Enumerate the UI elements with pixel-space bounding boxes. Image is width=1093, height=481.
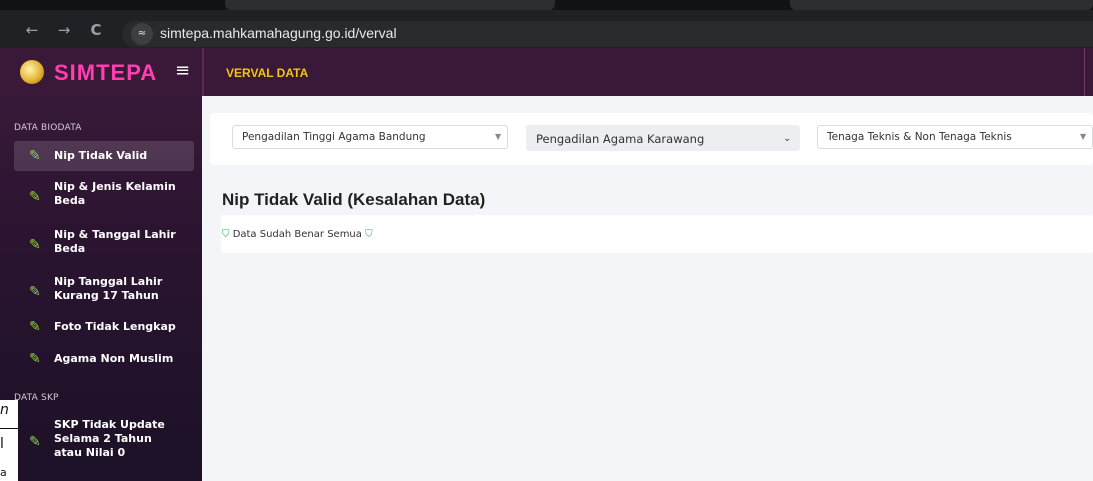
sidebar-item-nip-kurang-17[interactable]: ✎ Nip Tanggal Lahir Kurang 17 Tahun [14, 275, 194, 307]
top-header [202, 48, 1093, 96]
back-icon[interactable]: ← [22, 20, 42, 40]
forward-icon[interactable]: → [54, 20, 74, 40]
header-title: VERVAL DATA [226, 66, 309, 80]
browser-tab[interactable] [225, 0, 555, 10]
pengadilan-tinggi-select[interactable]: Pengadilan Tinggi Agama Bandung ▼ [232, 125, 508, 149]
sidebar-item-label: Nip Tidak Valid [54, 149, 148, 162]
site-info-icon[interactable]: ≈ [131, 23, 153, 45]
sidebar-item-nip-jenis-kelamin[interactable]: ✎ Nip & Jenis Kelamin Beda [14, 180, 194, 212]
pencil-icon: ✎ [29, 284, 41, 300]
sidebar-item-label: SKP Tidak Update Selama 2 Tahun atau Nil… [54, 418, 165, 459]
browser-tab[interactable] [790, 0, 1093, 10]
reload-icon[interactable]: C [86, 20, 106, 40]
sidebar [0, 48, 202, 481]
page-title: Nip Tidak Valid (Kesalahan Data) [222, 190, 486, 209]
sidebar-item-label: Nip Tanggal Lahir Kurang 17 Tahun [54, 275, 163, 302]
shield-check-icon: ⛉ [222, 229, 230, 240]
chevron-down-icon: ▼ [495, 132, 502, 141]
section-label-biodata: DATA BIODATA [14, 123, 82, 133]
sidebar-item-label: Nip & Tanggal Lahir Beda [54, 228, 176, 255]
brand-name: SIMTEPA [54, 60, 158, 85]
overlay-divider [0, 428, 18, 429]
pencil-icon: ✎ [29, 237, 41, 253]
pengadilan-tinggi-value: Pengadilan Tinggi Agama Bandung [242, 131, 426, 143]
sidebar-item-nip-tidak-valid[interactable]: ✎ Nip Tidak Valid [14, 141, 194, 171]
sidebar-item-label: Foto Tidak Lengkap [54, 320, 176, 333]
hamburger-icon[interactable]: ≡ [175, 60, 190, 81]
chevron-down-icon: ▼ [1080, 132, 1087, 141]
pencil-icon: ✎ [29, 189, 41, 205]
pencil-icon: ✎ [29, 434, 41, 450]
sidebar-item-skp-tidak-update[interactable]: ✎ SKP Tidak Update Selama 2 Tahun atau N… [14, 418, 194, 464]
sidebar-item-nip-tanggal-lahir[interactable]: ✎ Nip & Tanggal Lahir Beda [14, 228, 194, 260]
section-label-skp: DATA SKP [14, 393, 59, 403]
overlay-text: l [0, 436, 4, 452]
overlay-text: n [0, 402, 9, 418]
logo-icon [20, 60, 44, 84]
pencil-icon: ✎ [29, 319, 41, 335]
pencil-icon: ✎ [29, 351, 41, 367]
jenis-tenaga-value: Tenaga Teknis & Non Tenaga Teknis [827, 131, 1012, 143]
chevron-down-icon: ⌄ [783, 133, 792, 144]
overlay-text: a [0, 466, 7, 479]
sidebar-item-label: Agama Non Muslim [54, 352, 174, 365]
sidebar-item-agama-non-muslim[interactable]: ✎ Agama Non Muslim [14, 352, 194, 368]
status-text: Data Sudah Benar Semua [232, 229, 362, 240]
jenis-tenaga-select[interactable]: Tenaga Teknis & Non Tenaga Teknis ▼ [817, 125, 1093, 149]
pengadilan-agama-select[interactable]: Pengadilan Agama Karawang ⌄ [526, 125, 800, 151]
pencil-icon: ✎ [29, 148, 41, 164]
header-divider [1084, 48, 1085, 96]
pengadilan-agama-value: Pengadilan Agama Karawang [536, 132, 705, 146]
sidebar-item-foto-tidak-lengkap[interactable]: ✎ Foto Tidak Lengkap [14, 320, 194, 336]
sidebar-item-label: Nip & Jenis Kelamin Beda [54, 180, 176, 207]
url-text[interactable]: simtepa.mahkamahagung.go.id/verval [160, 25, 397, 41]
shield-check-icon: ⛉ [365, 229, 373, 240]
status-message: ⛉ Data Sudah Benar Semua ⛉ [222, 229, 373, 240]
